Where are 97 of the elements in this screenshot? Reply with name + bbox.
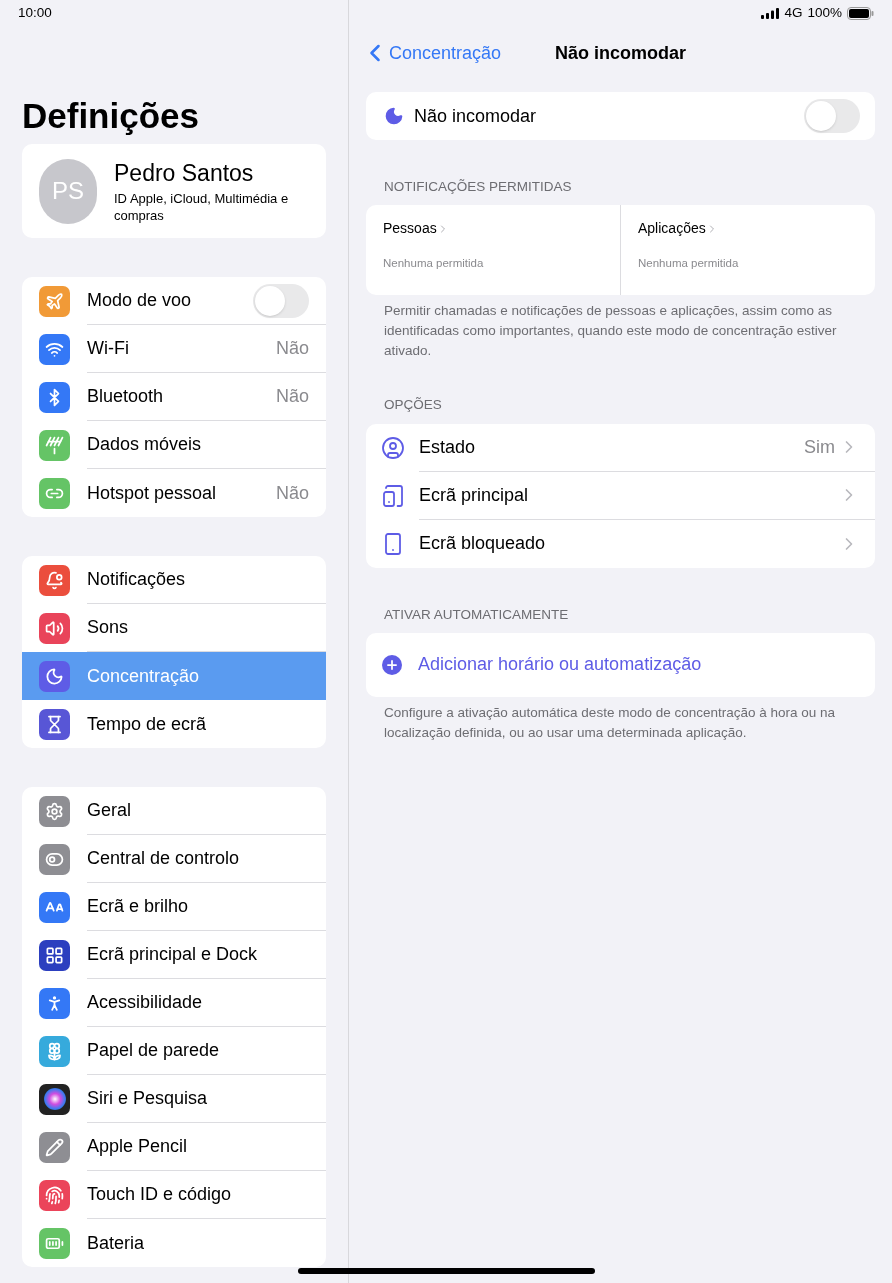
- page-title: Definições: [22, 95, 200, 137]
- battery-icon: [39, 1227, 70, 1259]
- pencil-icon: [39, 1131, 70, 1163]
- settings-icon: [39, 795, 70, 827]
- option-row[interactable]: Estado Sim: [366, 423, 875, 472]
- orb-icon: [39, 1083, 70, 1115]
- plus-icon: [382, 654, 402, 675]
- add-schedule-button[interactable]: Adicionar horário ou automatização: [366, 632, 875, 697]
- settings-row[interactable]: Tempo de ecrã: [22, 700, 326, 748]
- column-value: Nenhuma permitida: [383, 256, 485, 272]
- avatar: PS: [39, 158, 97, 224]
- column-value: Nenhuma permitida: [638, 256, 740, 272]
- row-label: Bluetooth: [87, 385, 165, 408]
- settings-row[interactable]: Siri e Pesquisa: [22, 1075, 326, 1123]
- row-label: Ecrã e brilho: [87, 895, 190, 918]
- section-footer: Configure a ativação automática deste modo de concentração à hora ou na localização definida, ou ao usar uma determinada aplicação.: [366, 702, 875, 743]
- home-indicator[interactable]: [298, 1268, 595, 1274]
- allowed-column[interactable]: Aplicações Nenhuma permitida: [620, 205, 875, 296]
- plane-icon: [39, 285, 70, 317]
- status-time: 10:00: [18, 3, 52, 22]
- row-value: Não: [275, 385, 309, 408]
- fingerprint-icon: [39, 1179, 70, 1211]
- row-label: Central de controlo: [87, 847, 241, 870]
- section-footer: Permitir chamadas e notificações de pessoas e aplicações, assim como as identificadas como importantes, quando este modo de concentração estiver ativado.: [366, 301, 875, 362]
- back-button[interactable]: Concentração: [361, 39, 502, 67]
- moon-icon: [39, 660, 70, 692]
- row-label: Acessibilidade: [87, 991, 204, 1014]
- settings-row[interactable]: Dados móveis: [22, 421, 326, 469]
- settings-row[interactable]: Modo de voo: [22, 277, 326, 325]
- speaker-icon: [39, 612, 70, 644]
- row-label: Modo de voo: [87, 289, 193, 312]
- flower-icon: [39, 1035, 70, 1067]
- row-label: Hotspot pessoal: [87, 481, 218, 505]
- row-label: Não incomodar: [414, 104, 538, 128]
- row-label: Ecrã principal e Dock: [87, 943, 259, 966]
- allowed-column[interactable]: Pessoas Nenhuma permitida: [366, 205, 620, 296]
- settings-row[interactable]: Notificações: [22, 556, 326, 604]
- row-label: Notificações: [87, 568, 187, 591]
- column-title: Pessoas: [383, 219, 437, 239]
- row-label: Estado: [419, 435, 477, 459]
- row-value: Não: [275, 481, 309, 505]
- antenna-icon: [39, 429, 70, 461]
- row-label: Dados móveis: [87, 433, 203, 456]
- column-title: Aplicações: [638, 219, 706, 239]
- profile-name: Pedro Santos: [114, 158, 255, 187]
- battery-icon: [847, 6, 874, 20]
- section-header: NOTIFICAÇÕES PERMITIDAS: [383, 178, 573, 196]
- bell-icon: [39, 564, 70, 596]
- row-label: Papel de parede: [87, 1039, 221, 1062]
- settings-row[interactable]: Touch ID e código: [22, 1171, 326, 1219]
- link-icon: [39, 477, 70, 509]
- settings-row[interactable]: Wi-Fi Não: [22, 325, 326, 373]
- row-label: Ecrã bloqueado: [419, 532, 547, 555]
- row-label: Geral: [87, 799, 132, 822]
- row-label: Concentração: [87, 664, 201, 688]
- profile-card[interactable]: PS Pedro Santos ID Apple, iCloud, Multimédia e compras: [22, 144, 326, 238]
- row-label: Tempo de ecrã: [87, 712, 208, 736]
- toggles-icon: [39, 843, 70, 875]
- signal-icon: [761, 7, 780, 19]
- battery-percent: 100%: [807, 3, 842, 22]
- row-value: Não: [275, 337, 309, 360]
- row-label: Ecrã principal: [419, 483, 530, 507]
- settings-row[interactable]: Apple Pencil: [22, 1123, 326, 1171]
- tablet-icon: [381, 483, 405, 508]
- settings-row[interactable]: Acessibilidade: [22, 979, 326, 1027]
- toggle-switch[interactable]: [804, 99, 860, 133]
- settings-row[interactable]: Papel de parede: [22, 1027, 326, 1075]
- settings-row[interactable]: Ecrã principal e Dock: [22, 931, 326, 979]
- option-row[interactable]: Ecrã bloqueado: [366, 519, 875, 568]
- person-circle-icon: [381, 435, 405, 460]
- row-label: Siri e Pesquisa: [87, 1087, 209, 1110]
- section-header: OPÇÕES: [383, 396, 443, 415]
- hourglass-icon: [39, 708, 70, 740]
- network-label: 4G: [784, 3, 803, 22]
- row-label: Bateria: [87, 1231, 146, 1255]
- wifi-icon: [39, 333, 70, 365]
- settings-row[interactable]: Geral: [22, 787, 326, 835]
- settings-row[interactable]: Hotspot pessoal Não: [22, 469, 326, 517]
- section-header: ATIVAR AUTOMATICAMENTE: [383, 605, 570, 624]
- toggle-switch[interactable]: [253, 283, 309, 318]
- moon-icon: [384, 106, 404, 126]
- settings-row[interactable]: Ecrã e brilho: [22, 883, 326, 931]
- row-label: Sons: [87, 616, 130, 639]
- bluetooth-icon: [39, 381, 70, 413]
- row-label: Wi-Fi: [87, 337, 130, 360]
- grid-icon: [39, 939, 70, 971]
- text-size-icon: [39, 891, 70, 923]
- settings-row[interactable]: Bluetooth Não: [22, 373, 326, 421]
- settings-row[interactable]: Bateria: [22, 1219, 326, 1267]
- settings-row[interactable]: Central de controlo: [22, 835, 326, 883]
- profile-subtitle: ID Apple, iCloud, Multimédia e compras: [114, 189, 290, 224]
- row-value: Sim: [804, 435, 835, 459]
- row-label: Touch ID e código: [87, 1183, 233, 1206]
- option-row[interactable]: Ecrã principal: [366, 471, 875, 520]
- row-label: Apple Pencil: [87, 1135, 189, 1158]
- nav-title: Não incomodar: [555, 41, 687, 65]
- accessibility-icon: [39, 987, 70, 1019]
